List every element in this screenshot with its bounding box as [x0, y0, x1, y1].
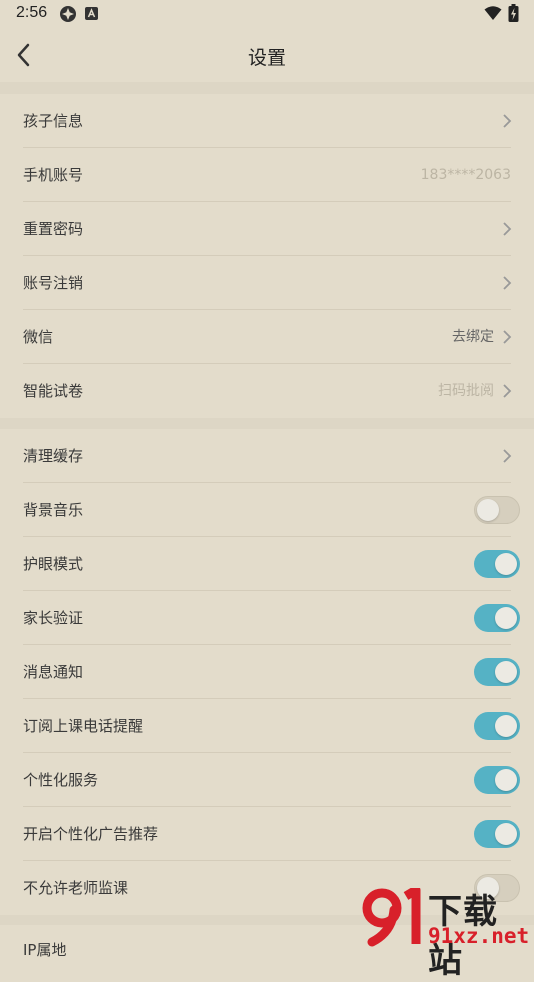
chevron-right-icon [503, 114, 512, 128]
status-bar: 2:56 [0, 0, 534, 28]
row-reset-password[interactable]: 重置密码 [0, 202, 534, 256]
battery-charging-icon [508, 4, 519, 22]
wechat-bind-value: 去绑定 [452, 329, 494, 345]
background-music-toggle[interactable] [474, 496, 520, 524]
row-smart-test[interactable]: 智能试卷 扫码批阅 [0, 364, 534, 418]
row-notifications: 消息通知 [0, 645, 534, 699]
row-child-info[interactable]: 孩子信息 [0, 94, 534, 148]
row-label: 智能试卷 [23, 382, 84, 400]
watermark-domain: 91xz.net [428, 924, 530, 948]
row-label: 背景音乐 [23, 501, 84, 519]
app-notification-icon [60, 6, 76, 22]
row-label: 个性化服务 [23, 771, 99, 789]
row-label: 账号注销 [23, 274, 84, 292]
row-label: 手机账号 [23, 166, 84, 184]
row-background-music: 背景音乐 [0, 483, 534, 537]
personalized-service-toggle[interactable] [474, 766, 520, 794]
row-label: 不允许老师监课 [23, 879, 129, 897]
class-call-reminder-toggle[interactable] [474, 712, 520, 740]
row-parent-verify: 家长验证 [0, 591, 534, 645]
personalized-ads-toggle[interactable] [474, 820, 520, 848]
row-eye-protection: 护眼模式 [0, 537, 534, 591]
row-cancel-account[interactable]: 账号注销 [0, 256, 534, 310]
keyboard-notification-icon [85, 7, 98, 20]
row-personalized-service: 个性化服务 [0, 753, 534, 807]
row-wechat[interactable]: 微信 去绑定 [0, 310, 534, 364]
nav-bar: 设置 [0, 28, 534, 82]
row-personalized-ads: 开启个性化广告推荐 [0, 807, 534, 861]
section-gap [0, 82, 534, 94]
notifications-toggle[interactable] [474, 658, 520, 686]
row-label: 清理缓存 [23, 447, 84, 465]
row-clear-cache[interactable]: 清理缓存 [0, 429, 534, 483]
row-class-call-reminder: 订阅上课电话提醒 [0, 699, 534, 753]
wifi-icon [484, 6, 502, 20]
status-time: 2:56 [16, 4, 48, 21]
chevron-right-icon [503, 330, 512, 344]
row-label: 订阅上课电话提醒 [23, 717, 144, 735]
row-label: 重置密码 [23, 220, 84, 238]
section-gap [0, 418, 534, 429]
row-label: 开启个性化广告推荐 [23, 825, 159, 843]
row-label: IP属地 [23, 941, 67, 959]
row-label: 消息通知 [23, 663, 84, 681]
row-label: 孩子信息 [23, 112, 84, 130]
eye-protection-toggle[interactable] [474, 550, 520, 578]
watermark-logo: 下载站 91xz.net [362, 886, 532, 981]
smart-test-value: 扫码批阅 [438, 383, 494, 399]
row-phone-account[interactable]: 手机账号 183****2063 [0, 148, 534, 202]
row-label: 微信 [23, 328, 54, 346]
chevron-right-icon [503, 449, 512, 463]
watermark-91-icon [362, 888, 421, 947]
page-title: 设置 [247, 47, 286, 69]
chevron-right-icon [503, 384, 512, 398]
chevron-right-icon [503, 222, 512, 236]
parent-verify-toggle[interactable] [474, 604, 520, 632]
phone-number-value: 183****2063 [420, 167, 511, 183]
row-label: 家长验证 [23, 609, 84, 627]
chevron-right-icon [503, 276, 512, 290]
row-label: 护眼模式 [23, 555, 84, 573]
